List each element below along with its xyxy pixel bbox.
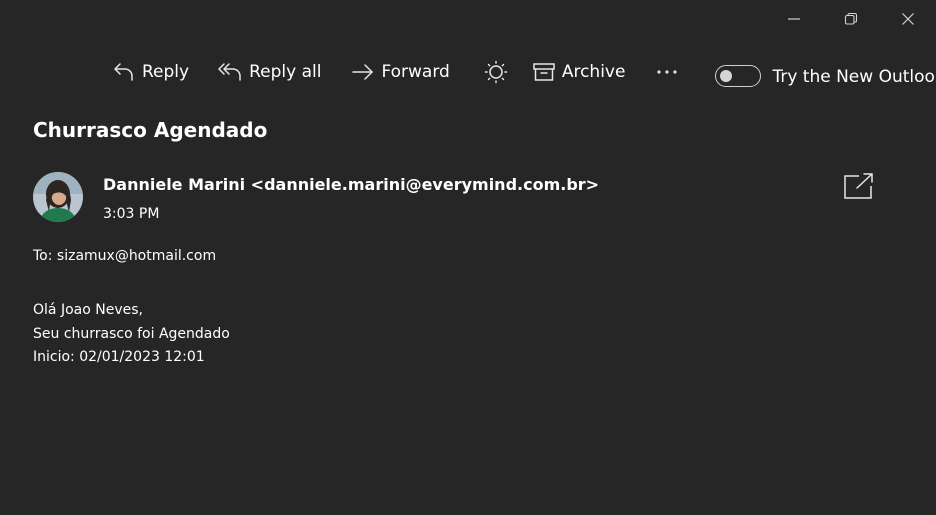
restore-button[interactable] bbox=[822, 0, 879, 38]
archive-label: Archive bbox=[561, 62, 626, 82]
theme-toggle-button[interactable] bbox=[484, 54, 514, 90]
new-outlook-label: Try the New Outlook bbox=[772, 66, 936, 87]
reply-label: Reply bbox=[142, 62, 190, 82]
reply-all-button[interactable]: Reply all bbox=[217, 54, 321, 90]
popout-icon bbox=[844, 173, 873, 199]
close-button[interactable] bbox=[879, 0, 936, 38]
window-controls bbox=[765, 0, 936, 38]
archive-icon bbox=[533, 63, 555, 81]
body-line: Inicio: 02/01/2023 12:01 bbox=[33, 349, 205, 365]
forward-icon bbox=[352, 64, 374, 80]
sender-avatar[interactable] bbox=[33, 172, 83, 222]
minimize-button[interactable] bbox=[765, 0, 822, 38]
new-outlook-toggle[interactable] bbox=[715, 65, 762, 87]
mail-reading-window: Reply Reply all Forward Archive Try the … bbox=[0, 0, 936, 515]
reply-icon bbox=[114, 63, 133, 81]
body-line: Olá Joao Neves, bbox=[33, 302, 143, 318]
avatar-photo bbox=[33, 172, 83, 222]
close-icon bbox=[901, 13, 914, 25]
popout-button[interactable] bbox=[843, 172, 875, 200]
forward-label: Forward bbox=[381, 62, 450, 82]
reply-all-label: Reply all bbox=[249, 62, 322, 82]
toggle-knob bbox=[720, 70, 733, 82]
reply-all-icon bbox=[218, 63, 241, 81]
sender-email: <danniele.marini@everymind.com.br> bbox=[250, 175, 600, 194]
message-body: Olá Joao Neves, Seu churrasco foi Agenda… bbox=[33, 299, 230, 370]
archive-button[interactable]: Archive bbox=[532, 54, 626, 90]
message-subject: Churrasco Agendado bbox=[33, 118, 268, 142]
reply-button[interactable]: Reply bbox=[112, 54, 189, 90]
minimize-icon bbox=[787, 18, 800, 20]
sender-name: Danniele Marini bbox=[103, 175, 246, 194]
more-icon bbox=[657, 70, 678, 74]
sender-line[interactable]: Danniele Marini <danniele.marini@everymi… bbox=[103, 175, 599, 194]
recipient-line: To: sizamux@hotmail.com bbox=[33, 248, 217, 264]
restore-icon bbox=[844, 12, 857, 25]
message-time: 3:03 PM bbox=[103, 206, 160, 222]
forward-button[interactable]: Forward bbox=[351, 54, 450, 90]
sun-icon bbox=[484, 60, 508, 84]
body-line: Seu churrasco foi Agendado bbox=[33, 325, 230, 342]
more-actions-button[interactable] bbox=[655, 54, 685, 90]
message-toolbar: Reply Reply all Forward Archive Try the … bbox=[112, 54, 936, 90]
